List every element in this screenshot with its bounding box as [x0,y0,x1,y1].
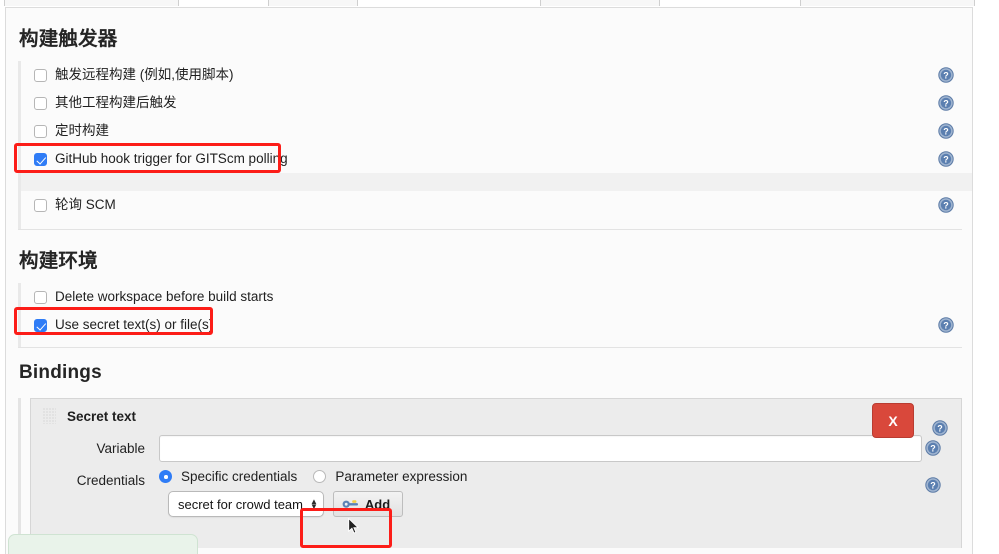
trigger-option-poll-scm[interactable]: 轮询 SCM ? [21,191,972,219]
config-tab-2[interactable] [268,0,358,6]
block-spacer [21,339,972,347]
trigger-option-remote[interactable]: 触发远程构建 (例如,使用脚本) ? [21,61,972,89]
svg-text:?: ? [943,99,949,109]
add-credentials-button[interactable]: Add [333,491,403,517]
config-tab-1[interactable] [4,0,179,6]
help-question-icon[interactable]: ? [925,440,941,456]
radio-parameter-expression[interactable] [313,470,326,483]
trigger-option-scheduled[interactable]: 定时构建 ? [21,117,972,145]
svg-text:?: ? [930,481,936,491]
jenkins-job-config-page: 构建触发器 触发远程构建 (例如,使用脚本) ? 其他工程构建后触发 [0,0,999,554]
config-tab-4[interactable] [800,0,975,6]
delete-binding-button[interactable]: X [872,403,914,438]
credentials-controls: Specific credentials Parameter expressio… [159,469,483,517]
trigger-option-scheduled-label: 定时构建 [55,124,109,138]
help-question-icon[interactable]: ? [938,317,954,333]
add-credentials-button-label: Add [365,497,390,512]
binding-card-secret-text: Secret text Variable ? [30,398,962,548]
credential-select-value: secret for crowd team [178,497,303,512]
trigger-option-after-other-projects[interactable]: 其他工程构建后触发 ? [21,89,972,117]
build-triggers-options: 触发远程构建 (例如,使用脚本) ? 其他工程构建后触发 ? [18,61,972,229]
credentials-label: Credentials [31,469,159,488]
help-question-icon[interactable]: ? [938,197,954,213]
key-icon [342,498,359,510]
trigger-option-after-other-projects-label: 其他工程构建后触发 [55,96,177,110]
config-tab-3[interactable] [540,0,660,6]
help-question-icon[interactable]: ? [938,123,954,139]
checkbox-delete-workspace[interactable] [34,291,47,304]
credentials-radio-group: Specific credentials Parameter expressio… [159,469,483,484]
build-environment-options: Delete workspace before build starts Use… [18,283,972,347]
config-panel: 构建触发器 触发远程构建 (例如,使用脚本) ? 其他工程构建后触发 [5,7,973,554]
env-option-use-secret[interactable]: Use secret text(s) or file(s) ? [21,311,972,339]
svg-text:?: ? [937,424,943,434]
page-title-bindings: Bindings [6,348,972,394]
credential-select[interactable]: secret for crowd team ▲▼ [168,491,324,517]
field-row-variable: Variable ? [31,433,961,463]
bindings-container: Secret text Variable ? [18,398,962,548]
trigger-option-github-hook-label: GitHub hook trigger for GITScm polling [55,152,288,166]
config-tab-strip [0,0,975,7]
binding-card-title: Secret text [67,409,136,424]
delete-binding-button-label: X [888,413,897,429]
help-question-icon[interactable]: ? [932,420,948,436]
checkbox-trigger-after-other-projects[interactable] [34,97,47,110]
svg-text:?: ? [930,444,936,454]
binding-card-header: Secret text [31,399,961,433]
page-title-build-triggers: 构建触发器 [6,8,972,61]
checkbox-trigger-poll-scm[interactable] [34,199,47,212]
help-question-icon[interactable]: ? [925,477,941,493]
trigger-options-spacer [21,173,972,191]
svg-text:?: ? [943,71,949,81]
drag-handle-icon[interactable] [43,408,56,424]
svg-text:?: ? [943,321,949,331]
checkbox-trigger-scheduled[interactable] [34,125,47,138]
env-option-use-secret-label: Use secret text(s) or file(s) [55,318,213,332]
page-title-build-environment: 构建环境 [6,230,972,283]
svg-text:?: ? [943,127,949,137]
updown-arrows-icon: ▲▼ [310,499,318,509]
checkbox-trigger-github-hook[interactable] [34,153,47,166]
radio-specific-credentials[interactable] [159,470,172,483]
help-question-icon[interactable]: ? [938,67,954,83]
radio-specific-credentials-label: Specific credentials [181,469,297,484]
checkbox-use-secret-text[interactable] [34,319,47,332]
trigger-option-github-hook[interactable]: GitHub hook trigger for GITScm polling ? [21,145,972,173]
trigger-option-remote-label: 触发远程构建 (例如,使用脚本) [55,68,234,82]
svg-text:?: ? [943,201,949,211]
svg-text:?: ? [943,155,949,165]
field-row-credentials: Credentials Specific credentials Paramet… [31,469,961,525]
variable-input[interactable] [159,435,922,462]
radio-parameter-expression-label: Parameter expression [335,469,467,484]
help-question-icon[interactable]: ? [938,151,954,167]
env-option-delete-workspace[interactable]: Delete workspace before build starts [21,283,972,311]
variable-label: Variable [31,441,159,456]
env-option-delete-workspace-label: Delete workspace before build starts [55,290,273,304]
checkbox-trigger-remote[interactable] [34,69,47,82]
validation-message-box [8,534,198,554]
help-question-icon[interactable]: ? [938,95,954,111]
block-spacer [21,219,972,229]
credential-picker-row: secret for crowd team ▲▼ [168,491,483,517]
trigger-option-poll-scm-label: 轮询 SCM [55,198,116,212]
